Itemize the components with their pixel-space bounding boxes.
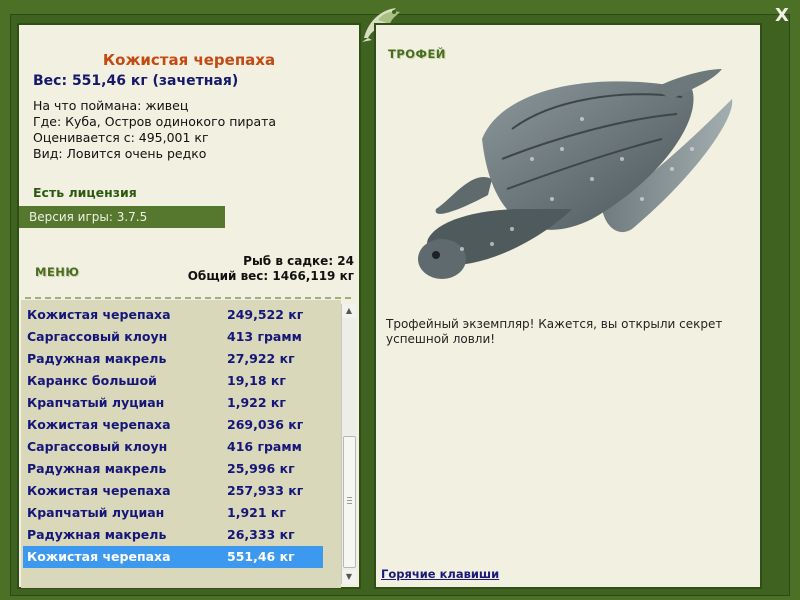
catch-list-item[interactable]: Радужная макрель 27,922 кг xyxy=(23,348,323,370)
leatherback-turtle-image xyxy=(418,69,733,279)
catch-item-name: Саргассовый клоун xyxy=(27,329,168,344)
trophy-panel: ТРОФЕЙ Трофейный экземпляр! Кажется, вы … xyxy=(374,23,762,589)
close-button[interactable]: X xyxy=(770,4,794,28)
catch-list-item[interactable]: Крапчатый луциан 1,922 кг xyxy=(23,392,323,414)
catch-item-weight: 26,333 кг xyxy=(227,527,295,542)
catch-item-name: Радужная макрель xyxy=(27,527,167,542)
catch-item-weight: 27,922 кг xyxy=(227,351,295,366)
catch-list-item[interactable]: Кожистая черепаха 269,036 кг xyxy=(23,414,323,436)
catch-item-weight: 25,996 кг xyxy=(227,461,295,476)
catch-list-item[interactable]: Кожистая черепаха 257,933 кг xyxy=(23,480,323,502)
catch-item-weight: 1,921 кг xyxy=(227,505,286,520)
catch-list-item[interactable]: Каранкс большой 19,18 кг xyxy=(23,370,323,392)
catch-item-weight: 269,036 кг xyxy=(227,417,304,432)
catch-item-name: Крапчатый луциан xyxy=(27,505,165,520)
total-weight: Общий вес: 1466,119 кг xyxy=(187,269,354,283)
menu-button[interactable]: МЕНЮ xyxy=(35,265,79,279)
caught-with-text: На что поймана: живец xyxy=(33,98,189,113)
catch-item-weight: 249,522 кг xyxy=(227,307,304,322)
catch-list-item[interactable]: Кожистая черепаха 551,46 кг xyxy=(23,546,323,568)
catch-item-name: Кожистая черепаха xyxy=(27,483,171,498)
scroll-down-icon[interactable]: ▼ xyxy=(342,570,356,584)
catch-list-item[interactable]: Кожистая черепаха 249,522 кг xyxy=(23,304,323,326)
catch-item-name: Радужная макрель xyxy=(27,351,167,366)
catch-stats: Рыб в садке: 24 Общий вес: 1466,119 кг xyxy=(188,254,354,284)
catch-list-item[interactable]: Радужная макрель 26,333 кг xyxy=(23,524,323,546)
catch-item-name: Крапчатый луциан xyxy=(27,395,165,410)
location-text: Где: Куба, Остров одинокого пирата xyxy=(33,114,277,129)
fish-weight: Вес: 551,46 кг (зачетная) xyxy=(33,73,239,89)
catch-item-weight: 19,18 кг xyxy=(227,373,286,388)
catch-list-item[interactable]: Крапчатый луциан 1,921 кг xyxy=(23,502,323,524)
trophy-message: Трофейный экземпляр! Кажется, вы открыли… xyxy=(386,317,723,346)
catch-item-weight: 413 грамм xyxy=(227,329,302,344)
valued-from-text: Оценивается с: 495,001 кг xyxy=(33,130,209,145)
scroll-up-icon[interactable]: ▲ xyxy=(342,304,356,318)
scrollbar-thumb[interactable] xyxy=(343,436,356,568)
hotkeys-link[interactable]: Горячие клавиши xyxy=(381,567,499,581)
catch-list-item[interactable]: Радужная макрель 25,996 кг xyxy=(23,458,323,480)
catch-item-weight: 551,46 кг xyxy=(227,549,295,564)
catch-item-name: Кожистая черепаха xyxy=(27,307,171,322)
catch-item-name: Кожистая черепаха xyxy=(27,549,171,564)
catch-list-item[interactable]: Саргассовый клоун 413 грамм xyxy=(23,326,323,348)
catch-item-weight: 416 грамм xyxy=(227,439,302,454)
catch-list[interactable]: Кожистая черепаха 249,522 кг Саргассовый к… xyxy=(21,300,341,588)
catch-list-item[interactable]: Саргассовый клоун 416 грамм xyxy=(23,436,323,458)
divider xyxy=(25,297,351,299)
catch-item-name: Радужная макрель xyxy=(27,461,167,476)
fish-info-panel: Кожистая черепаха Вес: 551,46 кг (зачетн… xyxy=(17,23,361,589)
license-status: Есть лицензия xyxy=(33,185,137,200)
fish-count: Рыб в садке: 24 xyxy=(243,254,354,268)
catch-item-weight: 1,922 кг xyxy=(227,395,286,410)
catch-list-scrollbar[interactable]: ▲ ▼ xyxy=(341,304,356,584)
catch-item-weight: 257,933 кг xyxy=(227,483,304,498)
version-bar: Версия игры: 3.7.5 xyxy=(19,206,225,228)
catch-item-name: Саргассовый клоун xyxy=(27,439,168,454)
fish-title: Кожистая черепаха xyxy=(102,51,276,69)
catch-item-name: Каранкс большой xyxy=(27,373,157,388)
rarity-text: Вид: Ловится очень редко xyxy=(33,146,207,161)
catch-item-name: Кожистая черепаха xyxy=(27,417,171,432)
